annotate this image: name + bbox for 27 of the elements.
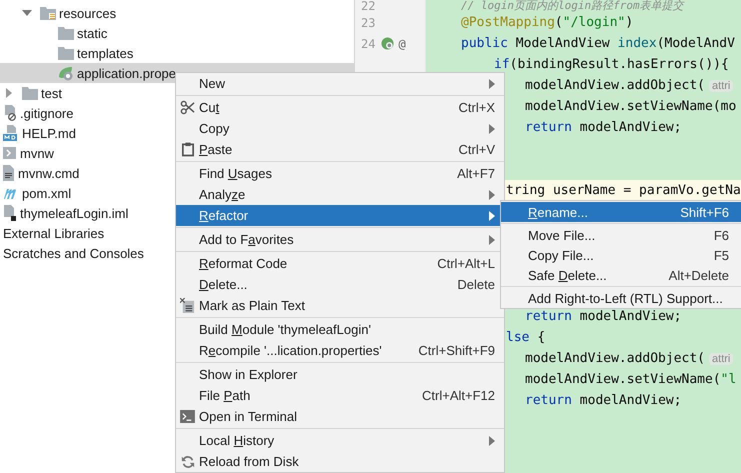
shortcut-text: Ctrl+Alt+F12: [422, 388, 495, 403]
line-number: 23: [361, 16, 376, 30]
code-line: @PostMapping("/login"): [461, 15, 634, 30]
shortcut-text: F5: [714, 248, 729, 262]
line-number: 22: [361, 0, 376, 12]
code-line: public ModelAndView index(ModelAndV: [461, 36, 735, 51]
shortcut-text: Ctrl+Shift+F9: [418, 343, 495, 358]
code-line: modelAndView.setViewName("l: [525, 372, 736, 387]
code-line: modelAndView.addObject( attri: [525, 78, 734, 93]
code-line: modelAndView.setViewName(mo: [525, 99, 736, 114]
line-number: 24: [361, 36, 376, 50]
code-line: return modelAndView;: [525, 120, 682, 135]
shortcut-text: Ctrl+V: [458, 142, 495, 157]
shortcut-text: Shift+F6: [680, 204, 729, 220]
shortcut-text: Ctrl+X: [458, 100, 495, 115]
shortcut-text: Ctrl+Alt+L: [437, 256, 495, 271]
shortcut-text: Delete: [457, 277, 495, 292]
shortcut-text: F6: [714, 228, 729, 242]
code-line: // login页面内的login路径from表单提交: [461, 0, 684, 12]
code-line: modelAndView.addObject( attri: [525, 351, 734, 366]
code-line: if(bindingResult.hasErrors()){: [494, 57, 729, 72]
code-line: return modelAndView;: [525, 309, 682, 324]
code-line: return modelAndView;: [525, 393, 682, 408]
code-line: lse {: [506, 330, 546, 345]
code-line: tring userName = paramVo.getNa: [506, 183, 741, 198]
shortcut-text: Alt+F7: [457, 166, 495, 181]
shortcut-text: Alt+Delete: [668, 268, 729, 282]
